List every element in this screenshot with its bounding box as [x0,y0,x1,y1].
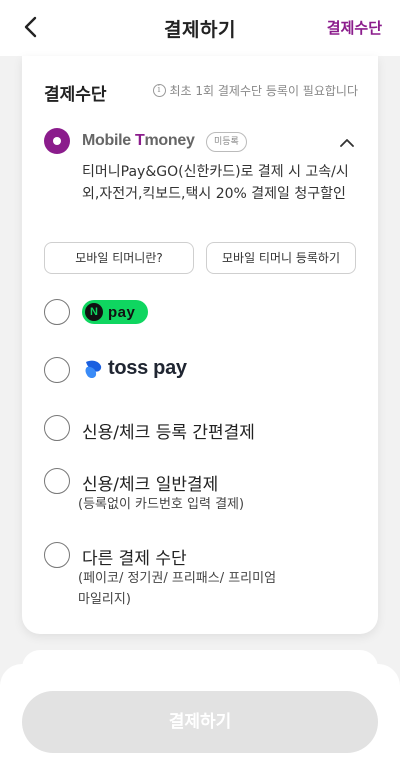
top-app-bar: 결제하기 결제수단 [0,0,400,56]
naver-n-icon: N [85,303,103,321]
tosspay-logo: toss pay [82,357,187,380]
card-general-label: 신용/체크 일반결제 [82,475,219,495]
mobile-tmoney-logo: Mobile Tmoney [82,132,195,149]
other-label: 다른 결제 수단 [82,549,187,569]
status-badge: 미등록 [206,132,247,152]
other-sub-line1: (페이코/ 정기권/ 프리패스/ 프리미엄 [78,571,277,586]
tmoney-info-button[interactable]: 모바일 티머니란? [44,242,194,274]
radio-tosspay[interactable] [44,357,70,383]
chevron-up-icon[interactable] [340,136,354,150]
radio-card-simple[interactable] [44,415,70,441]
radio-tmoney[interactable] [44,128,70,154]
npay-logo: N pay [82,300,148,324]
chevron-left-icon [24,16,37,38]
page-title: 결제하기 [164,18,236,41]
registration-notice: i 최초 1회 결제수단 등록이 필요합니다 [152,82,359,99]
payment-method-card: 결제수단 i 최초 1회 결제수단 등록이 필요합니다 Mobile Tmone… [22,56,378,634]
radio-npay[interactable] [44,299,70,325]
info-icon: i [152,84,166,97]
radio-card-general[interactable] [44,468,70,494]
back-button[interactable] [18,14,44,40]
pay-button[interactable]: 결제하기 [22,691,378,753]
radio-other[interactable] [44,542,70,568]
tmoney-description: 티머니Pay&GO(신한카드)로 결제 시 고속/시외,자전거,킥보드,택시 2… [82,164,349,202]
toss-icon [85,360,102,378]
section-title: 결제수단 [44,85,107,105]
other-sub-line2: 마일리지) [78,592,131,607]
notice-text: 최초 1회 결제수단 등록이 필요합니다 [169,84,359,98]
card-general-sub: (등록없이 카드번호 입력 결제) [78,497,245,512]
card-simple-label: 신용/체크 등록 간편결제 [82,423,255,443]
payment-method-link[interactable]: 결제수단 [327,17,382,38]
tmoney-register-button[interactable]: 모바일 티머니 등록하기 [206,242,356,274]
